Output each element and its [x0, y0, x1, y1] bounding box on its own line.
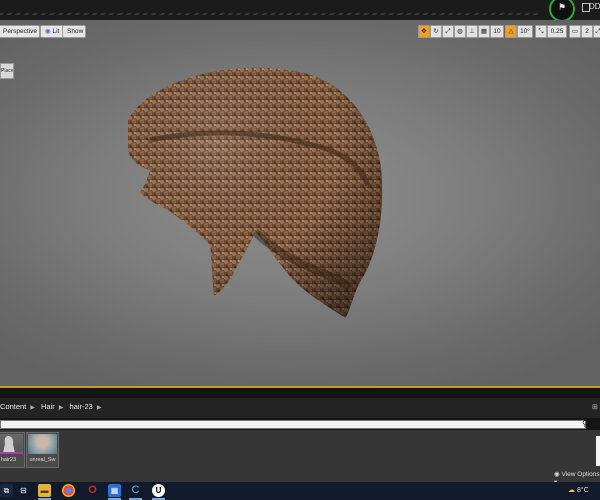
asset-thumbnail	[0, 434, 23, 454]
windows-store-icon[interactable]: ▦	[108, 484, 121, 497]
details-panel-edge	[596, 436, 600, 466]
weather-temp: 8°C	[576, 487, 589, 494]
chevron-right-icon: ▶	[30, 405, 35, 411]
asset-tile-unreal-sw[interactable]: unreal_Sw	[26, 432, 59, 468]
search-input[interactable]	[0, 420, 586, 429]
task-view-icon[interactable]: ⊟	[17, 484, 30, 497]
windows-icon[interactable]: ⧉	[0, 484, 13, 497]
cinema-icon[interactable]: C	[129, 484, 142, 497]
groom-icon	[0, 436, 23, 454]
hair-model[interactable]	[0, 20, 600, 386]
search-icon[interactable]: ⚲	[582, 419, 588, 428]
editor-top-bar	[0, 0, 600, 21]
lock-icon[interactable]: ⊞	[592, 403, 598, 411]
chevron-right-icon: ▶	[58, 405, 64, 411]
hair-mesh	[128, 67, 383, 319]
opera-icon[interactable]: O	[86, 484, 99, 497]
asset-tile-hair23[interactable]: hair23	[0, 432, 25, 468]
asset-thumbnail	[28, 434, 57, 454]
asset-view	[0, 430, 600, 482]
asset-label: hair23	[0, 457, 17, 463]
breadcrumb: Content ▶ Hair ▶ hair-23 ▶	[0, 402, 105, 411]
weather-widget[interactable]: ☁ 8°C	[568, 486, 589, 494]
breadcrumb-hair[interactable]: Hair	[41, 402, 55, 411]
level-viewport[interactable]: Perspective ◉ Lit Show ✥ ↻ ⤢ ◍ ⊥ ▦ 10 △ …	[0, 20, 600, 388]
top-right-label: DD	[589, 2, 600, 11]
unreal-icon[interactable]: U	[152, 484, 165, 497]
breadcrumb-hair-23[interactable]: hair-23	[69, 402, 92, 411]
chrome-icon[interactable]	[62, 484, 75, 497]
top-bar-stripe	[0, 13, 540, 15]
chevron-right-icon: ▶	[96, 405, 102, 411]
file-explorer-icon[interactable]: ▬	[38, 484, 51, 497]
asset-label: unreal_Sw	[29, 457, 56, 463]
view-options-label: View Options	[561, 471, 600, 478]
eye-icon: ◉	[554, 471, 560, 478]
breadcrumb-content[interactable]: Content	[0, 402, 26, 411]
cloud-icon: ☁	[568, 487, 575, 494]
